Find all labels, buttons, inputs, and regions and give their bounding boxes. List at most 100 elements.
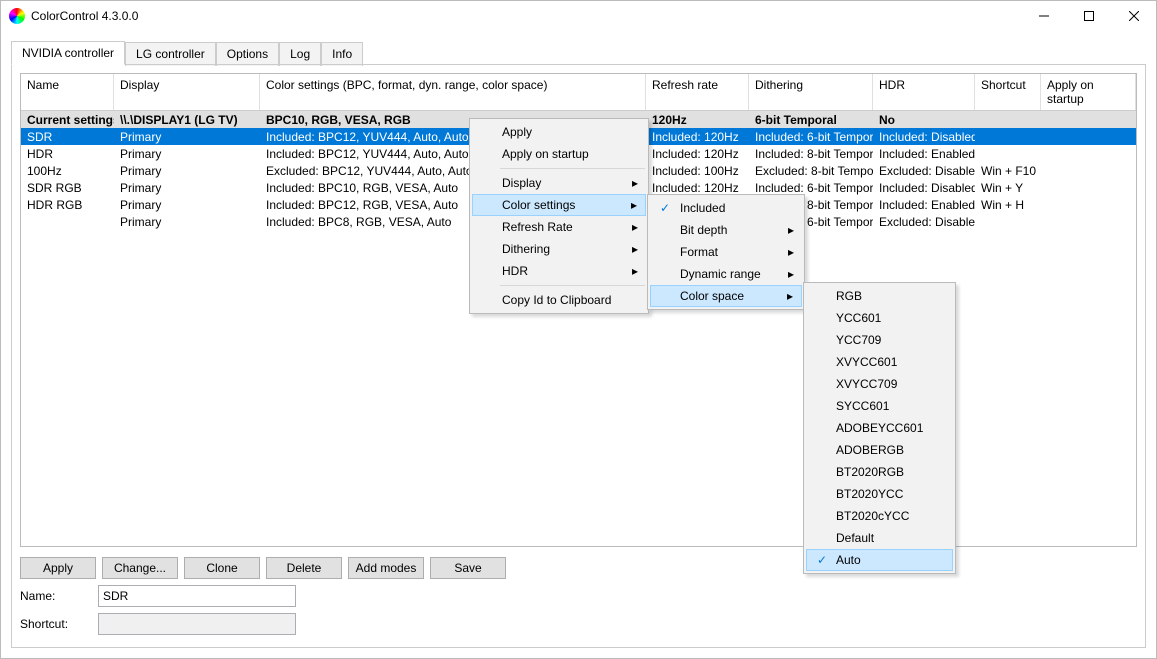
menu-item-label: BT2020cYCC	[836, 509, 909, 523]
mi-included[interactable]: ✓Included	[650, 197, 802, 219]
mi-dithering[interactable]: Dithering▸	[472, 238, 646, 260]
menu-item-label: ADOBERGB	[836, 443, 904, 457]
mi-colorspace-bt2020rgb[interactable]: BT2020RGB	[806, 461, 953, 483]
mi-apply-startup[interactable]: Apply on startup	[472, 143, 646, 165]
chevron-right-icon: ▸	[788, 223, 794, 237]
delete-button[interactable]: Delete	[266, 557, 342, 579]
mi-colorspace-default[interactable]: Default	[806, 527, 953, 549]
minimize-button[interactable]	[1021, 1, 1066, 31]
menu-item-label: YCC709	[836, 333, 881, 347]
mi-apply[interactable]: Apply	[472, 121, 646, 143]
cell: Primary	[114, 196, 260, 213]
cell	[1041, 145, 1136, 162]
titlebar: ColorControl 4.3.0.0	[1, 1, 1156, 31]
mi-colorspace-xvycc709[interactable]: XVYCC709	[806, 373, 953, 395]
mi-format[interactable]: Format▸	[650, 241, 802, 263]
mi-colorspace-xvycc601[interactable]: XVYCC601	[806, 351, 953, 373]
mi-colorspace-rgb[interactable]: RGB	[806, 285, 953, 307]
col-apply[interactable]: Apply on startup	[1041, 74, 1136, 110]
apply-button[interactable]: Apply	[20, 557, 96, 579]
cell	[975, 213, 1041, 230]
cell: Included: 8-bit Temporal	[749, 145, 873, 162]
mi-hdr[interactable]: HDR▸	[472, 260, 646, 282]
clone-button[interactable]: Clone	[184, 557, 260, 579]
col-hdr[interactable]: HDR	[873, 74, 975, 110]
cell: Included: Disabled	[873, 128, 975, 145]
menu-item-label: SYCC601	[836, 399, 889, 413]
col-refresh[interactable]: Refresh rate	[646, 74, 749, 110]
cell: \\.\DISPLAY1 (LG TV)	[114, 111, 260, 128]
maximize-button[interactable]	[1066, 1, 1111, 31]
mi-colorspace-ycc709[interactable]: YCC709	[806, 329, 953, 351]
save-button[interactable]: Save	[430, 557, 506, 579]
mi-colorspace-auto[interactable]: ✓Auto	[806, 549, 953, 571]
cell: Included: 120Hz	[646, 128, 749, 145]
mi-colorspace-adobeycc601[interactable]: ADOBEYCC601	[806, 417, 953, 439]
cell: SDR RGB	[21, 179, 114, 196]
name-label: Name:	[20, 589, 90, 603]
cell: Primary	[114, 162, 260, 179]
mi-color-settings[interactable]: Color settings▸	[472, 194, 646, 216]
tab-info[interactable]: Info	[321, 42, 363, 66]
addmodes-button[interactable]: Add modes	[348, 557, 424, 579]
tab-nvidia[interactable]: NVIDIA controller	[11, 41, 125, 65]
cell: Included: Enabled	[873, 145, 975, 162]
change-button[interactable]: Change...	[102, 557, 178, 579]
menu-item-label: BT2020YCC	[836, 487, 903, 501]
tab-lg[interactable]: LG controller	[125, 42, 216, 66]
menu-item-label: XVYCC601	[836, 355, 897, 369]
menu-item-label: Auto	[836, 553, 861, 567]
chevron-right-icon: ▸	[632, 220, 638, 234]
col-color[interactable]: Color settings (BPC, format, dyn. range,…	[260, 74, 646, 110]
cell: Current settings	[21, 111, 114, 128]
cell	[1041, 128, 1136, 145]
col-name[interactable]: Name	[21, 74, 114, 110]
col-shortcut[interactable]: Shortcut	[975, 74, 1041, 110]
tabstrip: NVIDIA controller LG controller Options …	[11, 41, 1146, 65]
cell: Primary	[114, 179, 260, 196]
close-button[interactable]	[1111, 1, 1156, 31]
cell: Excluded: 8-bit Temporal	[749, 162, 873, 179]
mi-refresh-rate[interactable]: Refresh Rate▸	[472, 216, 646, 238]
app-icon	[9, 8, 25, 24]
cell: Included: Enabled	[873, 196, 975, 213]
mi-copy-id[interactable]: Copy Id to Clipboard	[472, 289, 646, 311]
cell	[975, 111, 1041, 128]
context-menu-color-settings[interactable]: ✓Included Bit depth▸ Format▸ Dynamic ran…	[647, 194, 805, 310]
tab-log[interactable]: Log	[279, 42, 321, 66]
cell: Included: Disabled	[873, 179, 975, 196]
cell: SDR	[21, 128, 114, 145]
cell: 120Hz	[646, 111, 749, 128]
col-dither[interactable]: Dithering	[749, 74, 873, 110]
menu-item-label: YCC601	[836, 311, 881, 325]
mi-colorspace-ycc601[interactable]: YCC601	[806, 307, 953, 329]
mi-colorspace-adobergb[interactable]: ADOBERGB	[806, 439, 953, 461]
cell: Primary	[114, 213, 260, 230]
cell: Win + H	[975, 196, 1041, 213]
mi-colorspace-bt2020cycc[interactable]: BT2020cYCC	[806, 505, 953, 527]
cell: Included: 6-bit Temporal	[749, 128, 873, 145]
menu-item-label: ADOBEYCC601	[836, 421, 923, 435]
mi-colorspace-bt2020ycc[interactable]: BT2020YCC	[806, 483, 953, 505]
cell	[1041, 162, 1136, 179]
cell	[1041, 213, 1136, 230]
context-menu-main[interactable]: Apply Apply on startup Display▸ Color se…	[469, 118, 649, 314]
tab-options[interactable]: Options	[216, 42, 279, 66]
cell: Win + F10	[975, 162, 1041, 179]
check-icon: ✓	[656, 201, 674, 215]
col-display[interactable]: Display	[114, 74, 260, 110]
cell: Included: 100Hz	[646, 162, 749, 179]
shortcut-input[interactable]	[98, 613, 296, 635]
cell	[975, 145, 1041, 162]
menu-item-label: BT2020RGB	[836, 465, 904, 479]
mi-color-space[interactable]: Color space▸	[650, 285, 802, 307]
cell: Primary	[114, 128, 260, 145]
name-input[interactable]	[98, 585, 296, 607]
mi-bit-depth[interactable]: Bit depth▸	[650, 219, 802, 241]
mi-display[interactable]: Display▸	[472, 172, 646, 194]
context-menu-color-space[interactable]: RGB YCC601 YCC709 XVYCC601 XVYCC709 SYCC601 AD…	[803, 282, 956, 574]
mi-dynamic-range[interactable]: Dynamic range▸	[650, 263, 802, 285]
mi-colorspace-sycc601[interactable]: SYCC601	[806, 395, 953, 417]
cell: 6-bit Temporal	[749, 111, 873, 128]
chevron-right-icon: ▸	[631, 198, 637, 212]
